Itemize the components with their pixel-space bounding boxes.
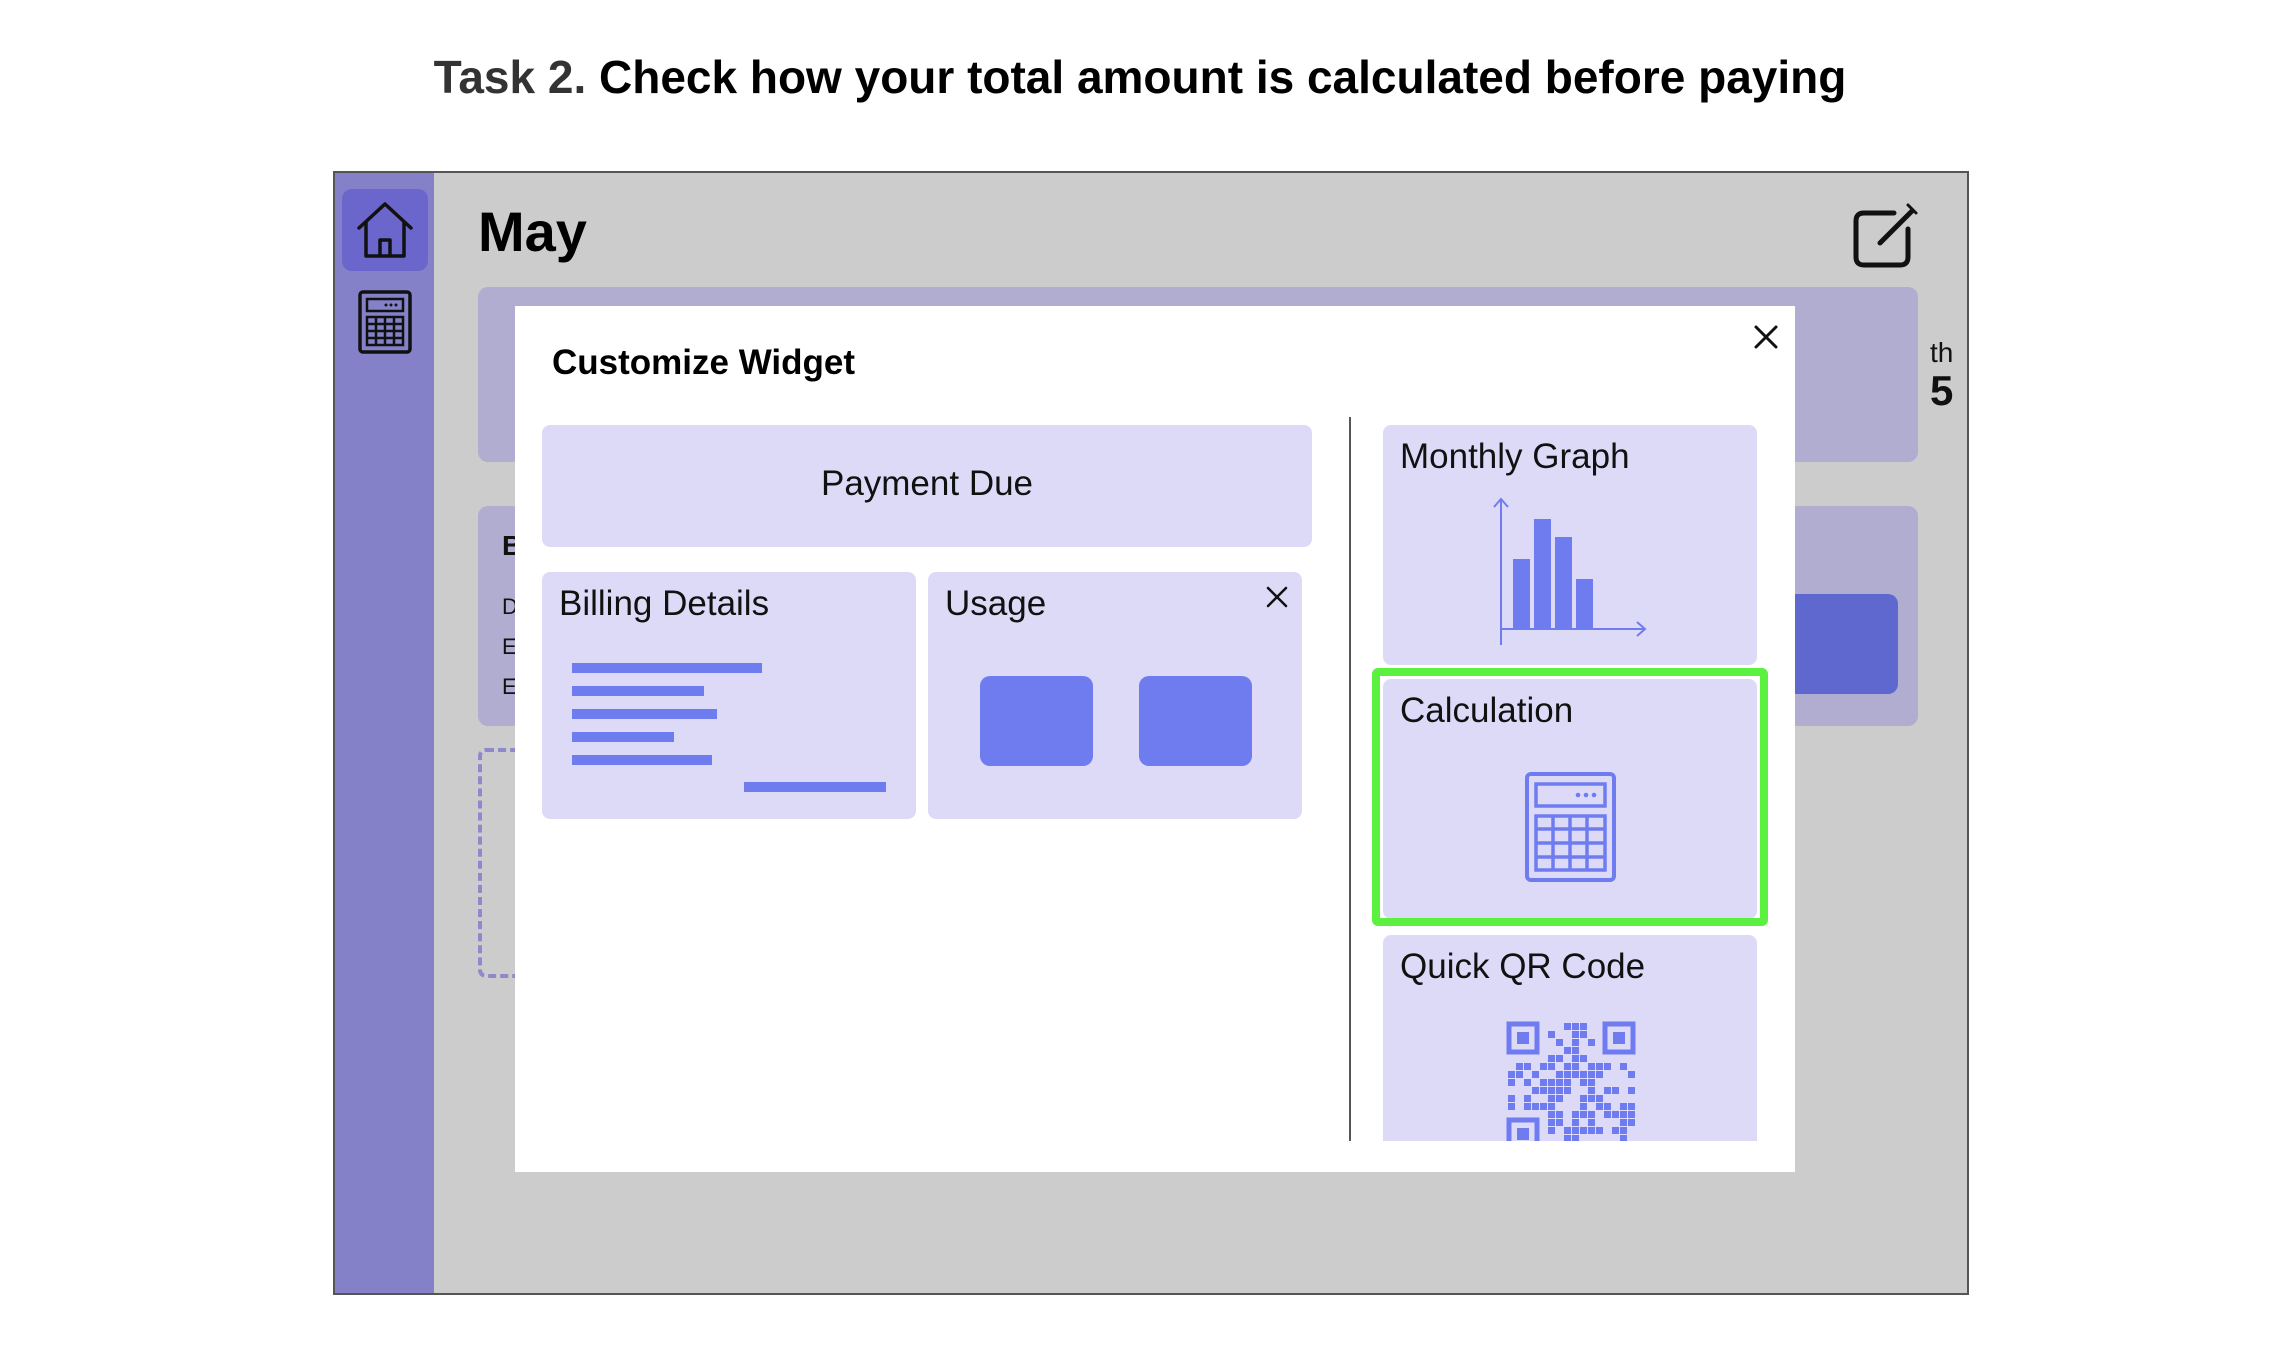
divider xyxy=(1349,417,1351,1141)
sidebar-item-calculator[interactable] xyxy=(342,281,428,363)
qr-code-icon xyxy=(1506,1021,1636,1141)
calculator-icon xyxy=(358,290,412,354)
task-number: Task 2. xyxy=(433,51,587,103)
widget-billing-details[interactable]: Billing Details xyxy=(542,572,916,819)
widget-payment-due[interactable]: Payment Due xyxy=(542,425,1312,547)
sidebar-item-home[interactable] xyxy=(342,189,428,271)
widget-label: Payment Due xyxy=(820,464,1034,503)
sidebar xyxy=(335,173,434,1293)
app-window: May th 5 B D E E h Customize Widget Pay xyxy=(333,171,1969,1295)
customize-widget-dialog: Customize Widget Payment Due Billing Det… xyxy=(515,306,1795,1172)
widget-monthly-graph[interactable]: Monthly Graph xyxy=(1383,425,1757,665)
remove-widget-button[interactable] xyxy=(1264,584,1290,610)
close-icon xyxy=(1754,325,1778,349)
dialog-close-button[interactable] xyxy=(1750,321,1782,353)
page-title: May xyxy=(478,200,587,263)
widget-usage[interactable]: Usage xyxy=(928,572,1302,819)
widget-quick-qr-code[interactable]: Quick QR Code xyxy=(1383,935,1757,1141)
bar-chart-icon xyxy=(1493,497,1647,645)
edit-icon xyxy=(1853,203,1918,268)
widget-label: Usage xyxy=(945,584,1047,623)
dialog-title: Customize Widget xyxy=(552,343,856,382)
usage-preview-box xyxy=(1139,676,1252,766)
usage-preview-box xyxy=(980,676,1093,766)
edit-button[interactable] xyxy=(1850,201,1920,271)
summary-value: 5 xyxy=(1930,367,1954,414)
close-icon xyxy=(1266,586,1288,608)
widget-label: Quick QR Code xyxy=(1400,947,1646,986)
task-instruction: Task 2. Check how your total amount is c… xyxy=(0,50,2280,104)
widget-label: Monthly Graph xyxy=(1400,437,1630,476)
task-text: Check how your total amount is calculate… xyxy=(599,51,1847,103)
highlight-box xyxy=(1372,668,1768,926)
widget-label: Billing Details xyxy=(559,584,770,623)
home-icon xyxy=(357,202,413,258)
summary-label: th xyxy=(1930,337,1954,368)
